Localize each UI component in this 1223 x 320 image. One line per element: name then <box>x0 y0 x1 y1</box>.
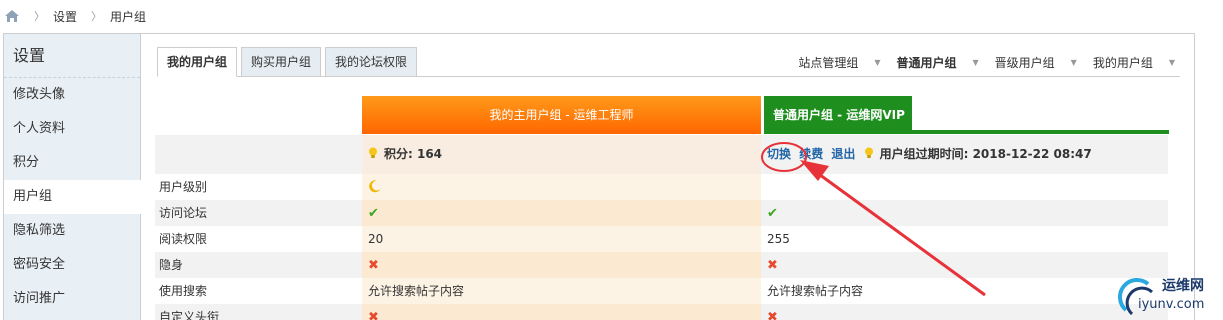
moon-icon <box>369 180 381 193</box>
table-row: 隐身 ✖ ✖ <box>155 252 1168 278</box>
watermark: 运维网 iyunv.com <box>1118 270 1223 320</box>
usergroup-table: 积分: 164 切换 续费 退出 用户组过期时间: 2018-12-22 08:… <box>155 135 1168 320</box>
chevron-right-icon: 〉 <box>91 10 103 23</box>
watermark-logo <box>1118 278 1154 316</box>
chevron-right-icon: 〉 <box>34 10 45 23</box>
table-row: 阅读权限 20 255 <box>155 226 1168 252</box>
row-value-main: 20 <box>362 226 761 252</box>
caret-down-icon[interactable]: ▼ <box>1169 58 1175 67</box>
table-row: 自定义头衔 ✖ ✖ <box>155 304 1168 320</box>
row-value-vip: 255 <box>767 232 790 246</box>
group-nav-normal[interactable]: 普通用户组 <box>896 54 956 71</box>
main-group-header: 我的主用户组 - 运维工程师 <box>362 96 761 134</box>
exit-link[interactable]: 退出 <box>831 147 855 161</box>
row-label: 自定义头衔 <box>155 304 362 320</box>
cross-icon: ✖ <box>767 258 778 273</box>
tab-my-usergroup[interactable]: 我的用户组 <box>157 47 238 77</box>
home-icon[interactable] <box>4 9 20 23</box>
sidebar-item-password[interactable]: 密码安全 <box>4 248 140 282</box>
sidebar-item-credits[interactable]: 积分 <box>4 146 140 180</box>
table-row: 使用搜索 允许搜索帖子内容 允许搜索帖子内容 <box>155 278 1168 304</box>
points-value: 积分: 164 <box>384 147 443 161</box>
tab-buy-usergroup[interactable]: 购买用户组 <box>241 47 322 77</box>
row-value-vip: 允许搜索帖子内容 <box>767 284 864 298</box>
info-row: 积分: 164 切换 续费 退出 用户组过期时间: 2018-12-22 08:… <box>155 135 1168 174</box>
renew-link[interactable]: 续费 <box>799 147 823 161</box>
row-label: 阅读权限 <box>159 232 208 246</box>
group-nav-promote[interactable]: 晋级用户组 <box>995 54 1055 71</box>
switch-link[interactable]: 切换 <box>767 147 791 161</box>
row-label: 用户级别 <box>159 180 208 194</box>
row-label: 访问论坛 <box>155 200 362 226</box>
lightbulb-icon <box>864 147 873 158</box>
vip-header-underline <box>764 130 1169 134</box>
sidebar-item-profile[interactable]: 个人资料 <box>4 112 140 146</box>
cross-icon: ✖ <box>368 310 379 320</box>
table-row: 用户级别 <box>155 174 1168 200</box>
watermark-en: iyunv.com <box>1138 297 1205 312</box>
table-row: 访问论坛 ✔ ✔ <box>155 200 1168 226</box>
sidebar-item-avatar[interactable]: 修改头像 <box>4 78 140 112</box>
sidebar-item-promotion[interactable]: 访问推广 <box>4 282 140 316</box>
group-nav-admin[interactable]: 站点管理组 <box>798 54 858 71</box>
caret-down-icon[interactable]: ▼ <box>874 58 880 67</box>
vip-group-header: 普通用户组 - 运维网VIP <box>764 96 912 134</box>
caret-down-icon[interactable]: ▼ <box>1071 58 1077 67</box>
group-nav-mine[interactable]: 我的用户组 <box>1093 54 1153 71</box>
group-nav: 站点管理组 ▼ 普通用户组 ▼ 晋级用户组 ▼ 我的用户组 ▼ <box>782 54 1175 71</box>
row-value-main: 允许搜索帖子内容 <box>362 278 761 304</box>
lightbulb-icon <box>369 147 377 158</box>
sidebar-item-privacy[interactable]: 隐私筛选 <box>4 214 140 248</box>
check-icon: ✔ <box>368 206 379 221</box>
check-icon: ✔ <box>767 206 778 221</box>
expiry-text: 用户组过期时间: 2018-12-22 08:47 <box>879 147 1092 161</box>
breadcrumb: 〉 设置 〉 用户组 <box>0 0 1223 32</box>
cross-icon: ✖ <box>767 310 778 320</box>
caret-down-icon[interactable]: ▼ <box>973 58 979 67</box>
row-label: 使用搜索 <box>159 284 208 298</box>
watermark-cn: 运维网 <box>1162 278 1204 294</box>
tab-forum-permissions[interactable]: 我的论坛权限 <box>325 47 418 77</box>
sidebar-title: 设置 <box>4 34 140 78</box>
breadcrumb-usergroup[interactable]: 用户组 <box>110 8 146 25</box>
row-label: 隐身 <box>155 252 362 278</box>
tab-bar: 我的用户组 购买用户组 我的论坛权限 <box>157 47 418 77</box>
cross-icon: ✖ <box>368 258 379 273</box>
sidebar-item-usergroup[interactable]: 用户组 <box>4 180 141 214</box>
sidebar: 设置 修改头像 个人资料 积分 用户组 隐私筛选 密码安全 访问推广 <box>4 34 141 320</box>
breadcrumb-settings[interactable]: 设置 <box>53 8 77 25</box>
